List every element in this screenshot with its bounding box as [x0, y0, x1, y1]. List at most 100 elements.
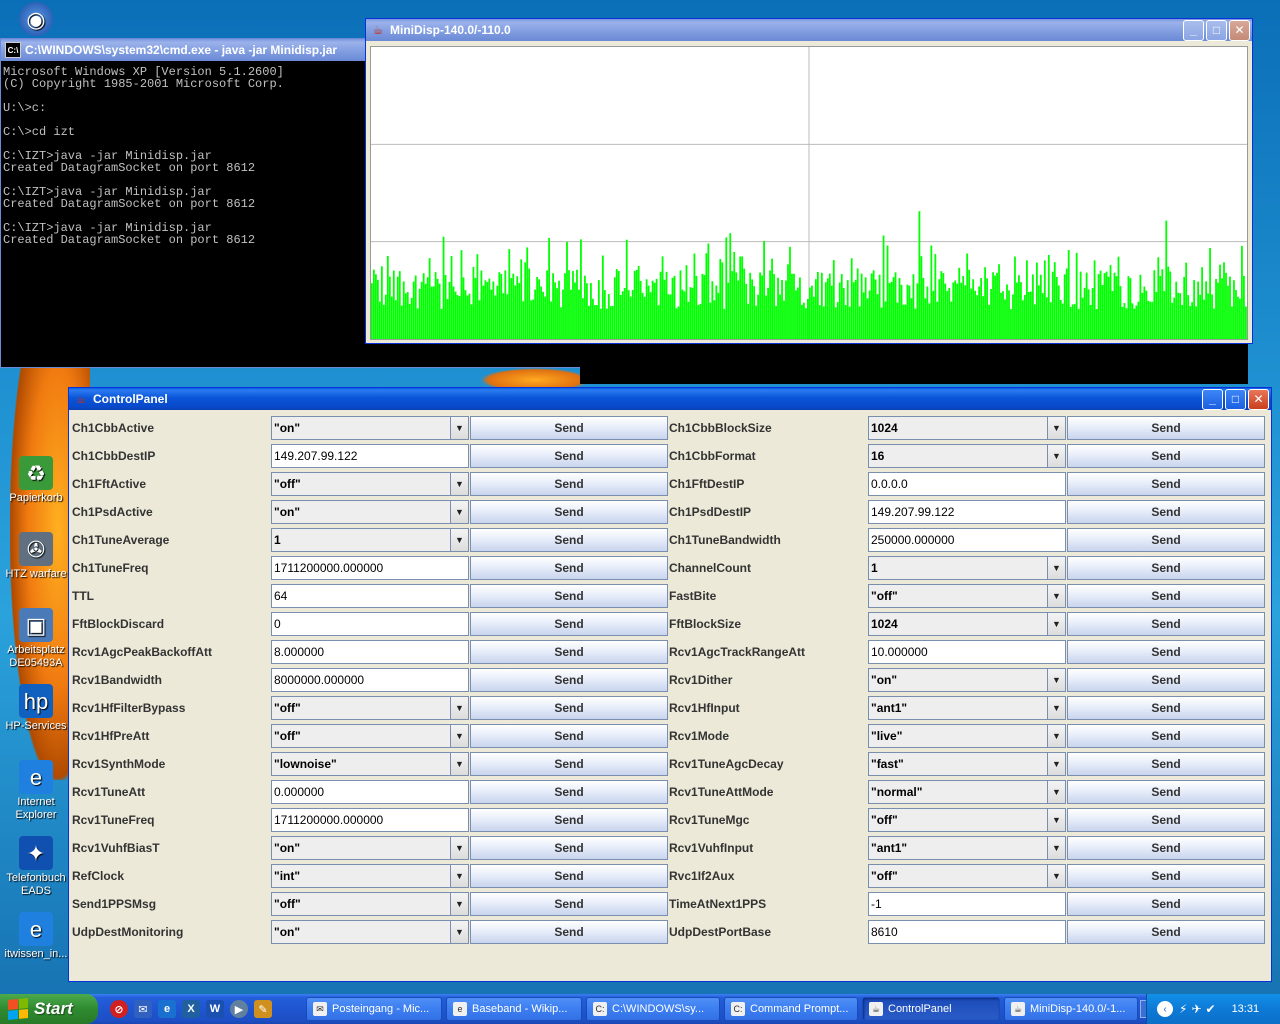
start-button[interactable]: Start	[0, 994, 98, 1024]
send-button[interactable]: Send	[470, 668, 668, 692]
send-button[interactable]: Send	[1067, 752, 1265, 776]
chevron-down-icon[interactable]: ▼	[1047, 557, 1065, 579]
minimize-button[interactable]: _	[1202, 388, 1223, 410]
chevron-down-icon[interactable]: ▼	[1047, 613, 1065, 635]
parameter-input[interactable]: 1711200000.000000	[271, 556, 469, 580]
chevron-down-icon[interactable]: ▼	[450, 837, 468, 859]
taskbar-button[interactable]: e Baseband - Wikip...	[446, 997, 582, 1021]
send-button[interactable]: Send	[470, 472, 668, 496]
desktop-icon[interactable]: ✇ HTZ warfare	[0, 532, 72, 581]
send-button[interactable]: Send	[1067, 724, 1265, 748]
chevron-down-icon[interactable]: ▼	[1047, 753, 1065, 775]
minimize-button[interactable]: _	[1183, 19, 1204, 41]
minidisp-titlebar[interactable]: ☕ MiniDisp-140.0/-110.0 _ □ ✕	[366, 19, 1252, 41]
parameter-dropdown[interactable]: "ant1" ▼	[868, 836, 1066, 860]
taskbar-button[interactable]: ☕ ControlPanel	[862, 997, 1000, 1021]
chevron-down-icon[interactable]: ▼	[1047, 809, 1065, 831]
parameter-dropdown[interactable]: "off" ▼	[868, 584, 1066, 608]
send-button[interactable]: Send	[470, 920, 668, 944]
send-button[interactable]: Send	[1067, 836, 1265, 860]
taskbar-button[interactable]: ✉ Posteingang - Mic...	[306, 997, 442, 1021]
send-button[interactable]: Send	[1067, 556, 1265, 580]
parameter-dropdown[interactable]: "fast" ▼	[868, 752, 1066, 776]
parameter-input[interactable]: 250000.000000	[868, 528, 1066, 552]
send-button[interactable]: Send	[470, 724, 668, 748]
parameter-dropdown[interactable]: "lownoise" ▼	[271, 752, 469, 776]
parameter-input[interactable]: 1711200000.000000	[271, 808, 469, 832]
taskbar-button[interactable]: C: Command Prompt...	[724, 997, 858, 1021]
chevron-down-icon[interactable]: ▼	[450, 417, 468, 439]
controlpanel-titlebar[interactable]: ☕ ControlPanel _ □ ✕	[69, 388, 1271, 410]
send-button[interactable]: Send	[1067, 808, 1265, 832]
parameter-dropdown[interactable]: "normal" ▼	[868, 780, 1066, 804]
send-button[interactable]: Send	[470, 416, 668, 440]
chevron-down-icon[interactable]: ▼	[1047, 865, 1065, 887]
send-button[interactable]: Send	[1067, 444, 1265, 468]
volume-icon[interactable]: ✈	[1191, 1002, 1201, 1016]
send-button[interactable]: Send	[470, 500, 668, 524]
send-button[interactable]: Send	[470, 612, 668, 636]
chevron-down-icon[interactable]: ▼	[450, 753, 468, 775]
chevron-down-icon[interactable]: ▼	[1047, 445, 1065, 467]
desktop-icon[interactable]: ▣ Arbeitsplatz DE05493A	[0, 608, 72, 670]
parameter-dropdown[interactable]: "off" ▼	[271, 696, 469, 720]
maximize-button[interactable]: □	[1225, 388, 1246, 410]
parameter-dropdown[interactable]: "on" ▼	[868, 668, 1066, 692]
send-button[interactable]: Send	[470, 864, 668, 888]
parameter-dropdown[interactable]: 1024 ▼	[868, 416, 1066, 440]
parameter-dropdown[interactable]: "on" ▼	[271, 500, 469, 524]
send-button[interactable]: Send	[470, 808, 668, 832]
chevron-down-icon[interactable]: ▼	[450, 865, 468, 887]
send-button[interactable]: Send	[470, 556, 668, 580]
send-button[interactable]: Send	[470, 752, 668, 776]
send-button[interactable]: Send	[1067, 640, 1265, 664]
parameter-dropdown[interactable]: "int" ▼	[271, 864, 469, 888]
send-button[interactable]: Send	[1067, 864, 1265, 888]
send-button[interactable]: Send	[470, 640, 668, 664]
send-button[interactable]: Send	[1067, 472, 1265, 496]
send-button[interactable]: Send	[1067, 416, 1265, 440]
parameter-input[interactable]: 0.000000	[271, 780, 469, 804]
controlpanel-window[interactable]: ☕ ControlPanel _ □ ✕ Ch1CbbActive "on" ▼ Se…	[68, 387, 1272, 982]
chevron-down-icon[interactable]: ▼	[1047, 585, 1065, 607]
parameter-dropdown[interactable]: 1 ▼	[271, 528, 469, 552]
send-button[interactable]: Send	[470, 892, 668, 916]
send-button[interactable]: Send	[1067, 528, 1265, 552]
send-button[interactable]: Send	[1067, 584, 1265, 608]
send-button[interactable]: Send	[470, 780, 668, 804]
send-button[interactable]: Send	[1067, 668, 1265, 692]
send-button[interactable]: Send	[470, 836, 668, 860]
parameter-dropdown[interactable]: "on" ▼	[271, 416, 469, 440]
send-button[interactable]: Send	[1067, 500, 1265, 524]
chevron-down-icon[interactable]: ▼	[450, 921, 468, 943]
network-icon[interactable]: ⚡	[1179, 1002, 1187, 1016]
parameter-input[interactable]: -1	[868, 892, 1066, 916]
parameter-input[interactable]: 0.0.0.0	[868, 472, 1066, 496]
desktop-icon[interactable]: e Internet Explorer	[0, 760, 72, 822]
parameter-input[interactable]: 64	[271, 584, 469, 608]
stop-icon[interactable]: ⊘	[110, 1000, 128, 1018]
chevron-down-icon[interactable]: ▼	[1047, 725, 1065, 747]
chevron-down-icon[interactable]: ▼	[450, 893, 468, 915]
word-icon[interactable]: W	[206, 1000, 224, 1018]
parameter-input[interactable]: 10.000000	[868, 640, 1066, 664]
parameter-dropdown[interactable]: "on" ▼	[271, 920, 469, 944]
parameter-dropdown[interactable]: 1024 ▼	[868, 612, 1066, 636]
parameter-input[interactable]: 8000000.000000	[271, 668, 469, 692]
chevron-down-icon[interactable]: ▼	[450, 473, 468, 495]
send-button[interactable]: Send	[470, 528, 668, 552]
chevron-down-icon[interactable]: ▼	[450, 725, 468, 747]
parameter-dropdown[interactable]: "ant1" ▼	[868, 696, 1066, 720]
parameter-dropdown[interactable]: "off" ▼	[271, 892, 469, 916]
send-button[interactable]: Send	[470, 444, 668, 468]
send-button[interactable]: Send	[470, 696, 668, 720]
parameter-input[interactable]: 8.000000	[271, 640, 469, 664]
parameter-dropdown[interactable]: "off" ▼	[868, 864, 1066, 888]
send-button[interactable]: Send	[1067, 892, 1265, 916]
chevron-down-icon[interactable]: ▼	[1047, 837, 1065, 859]
chevron-down-icon[interactable]: ▼	[1047, 781, 1065, 803]
ie-icon[interactable]: e	[158, 1000, 176, 1018]
media-player-icon[interactable]: ▶	[230, 1000, 248, 1018]
chevron-down-icon[interactable]: ▼	[1047, 697, 1065, 719]
parameter-dropdown[interactable]: "on" ▼	[271, 836, 469, 860]
